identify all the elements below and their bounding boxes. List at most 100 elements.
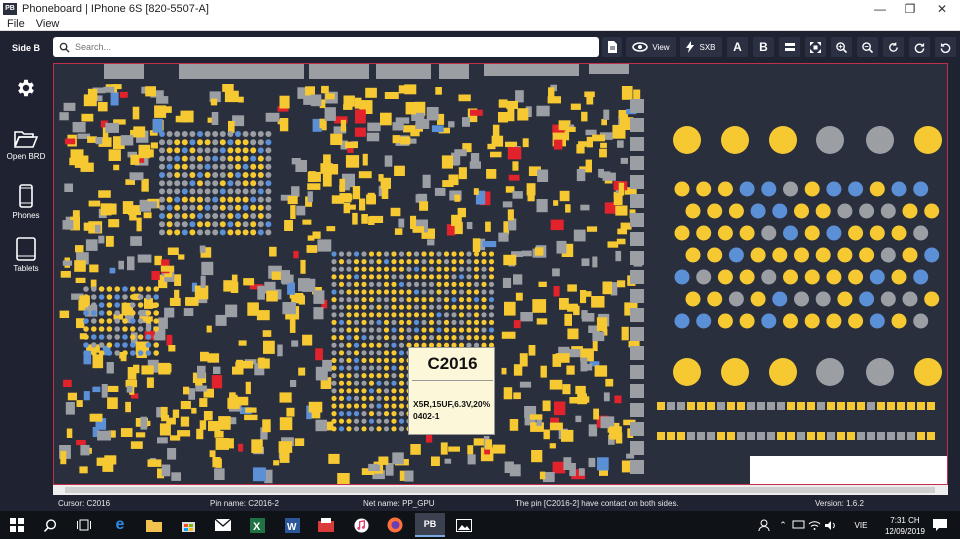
pad[interactable]: [114, 334, 120, 340]
pad[interactable]: [807, 432, 815, 440]
pad[interactable]: [181, 188, 188, 195]
pad[interactable]: [250, 180, 257, 187]
pad[interactable]: [436, 281, 442, 287]
pad[interactable]: [473, 327, 480, 333]
pad[interactable]: [927, 432, 935, 440]
pad[interactable]: [470, 109, 483, 116]
pad[interactable]: [204, 147, 211, 154]
pad[interactable]: [398, 418, 405, 424]
pad[interactable]: [137, 342, 144, 348]
pad[interactable]: [880, 291, 896, 307]
pad[interactable]: [368, 266, 375, 272]
pad[interactable]: [481, 251, 487, 257]
pad[interactable]: [887, 402, 895, 410]
board-canvas[interactable]: C2016 X5R,15UF,6.3V,20% 0402-1: [53, 63, 948, 485]
pad[interactable]: [827, 402, 835, 410]
pad[interactable]: [346, 365, 352, 371]
pad[interactable]: [214, 468, 225, 480]
pad[interactable]: [331, 251, 337, 257]
pad[interactable]: [361, 426, 367, 432]
pad[interactable]: [727, 432, 735, 440]
pad[interactable]: [398, 297, 405, 303]
pad[interactable]: [498, 99, 508, 108]
pad[interactable]: [227, 147, 234, 154]
pad[interactable]: [630, 441, 644, 455]
pad[interactable]: [596, 317, 608, 332]
pad[interactable]: [767, 432, 775, 440]
pad[interactable]: [361, 297, 367, 303]
pad[interactable]: [189, 147, 196, 154]
pad[interactable]: [592, 331, 605, 342]
pad[interactable]: [189, 221, 196, 228]
pad[interactable]: [346, 350, 352, 356]
pad[interactable]: [398, 251, 405, 257]
pad[interactable]: [421, 312, 427, 318]
pad[interactable]: [109, 267, 116, 274]
pad[interactable]: [565, 126, 576, 132]
pad[interactable]: [181, 229, 188, 236]
pad[interactable]: [630, 289, 644, 303]
pad[interactable]: [353, 342, 360, 348]
pad[interactable]: [118, 260, 124, 270]
pad[interactable]: [368, 357, 375, 363]
pad[interactable]: [338, 281, 345, 287]
split-view-button[interactable]: [779, 37, 800, 57]
pad[interactable]: [168, 345, 176, 352]
pad[interactable]: [159, 213, 165, 219]
pad[interactable]: [657, 402, 665, 410]
pad[interactable]: [383, 281, 390, 287]
pad[interactable]: [91, 334, 97, 340]
pad[interactable]: [145, 326, 152, 332]
pad[interactable]: [91, 294, 97, 300]
pad[interactable]: [826, 313, 842, 329]
pad[interactable]: [368, 380, 375, 386]
pad[interactable]: [145, 86, 156, 97]
pad[interactable]: [451, 297, 457, 303]
pad[interactable]: [727, 402, 735, 410]
pad[interactable]: [443, 266, 450, 272]
pad[interactable]: [159, 221, 165, 228]
pad[interactable]: [536, 199, 548, 213]
pad[interactable]: [174, 274, 182, 286]
pad[interactable]: [848, 181, 864, 197]
pad[interactable]: [204, 221, 211, 228]
pad[interactable]: [413, 335, 420, 341]
pad[interactable]: [132, 106, 140, 120]
pad[interactable]: [413, 266, 420, 272]
pad[interactable]: [757, 432, 765, 440]
pad[interactable]: [286, 407, 295, 417]
pad[interactable]: [87, 136, 97, 143]
pad[interactable]: [413, 259, 420, 265]
pad[interactable]: [797, 402, 805, 410]
pad[interactable]: [204, 229, 211, 236]
pad[interactable]: [242, 188, 249, 195]
pad[interactable]: [550, 219, 564, 231]
pad[interactable]: [144, 201, 157, 209]
pad[interactable]: [235, 213, 241, 219]
pad[interactable]: [127, 256, 135, 271]
pad[interactable]: [376, 64, 431, 79]
pad[interactable]: [384, 92, 399, 99]
pad[interactable]: [107, 397, 118, 409]
pad[interactable]: [215, 458, 222, 468]
pad[interactable]: [113, 164, 120, 171]
pad[interactable]: [353, 335, 360, 341]
pad[interactable]: [174, 163, 181, 170]
pad[interactable]: [376, 319, 382, 325]
pad[interactable]: [331, 411, 337, 417]
pad[interactable]: [368, 388, 375, 394]
pad[interactable]: [685, 291, 701, 307]
pad[interactable]: [804, 225, 820, 241]
pad[interactable]: [887, 432, 895, 440]
pad[interactable]: [867, 432, 875, 440]
pad[interactable]: [481, 259, 487, 265]
pad[interactable]: [181, 139, 188, 146]
pad[interactable]: [219, 147, 226, 154]
pad[interactable]: [615, 250, 622, 262]
pad[interactable]: [383, 373, 390, 379]
pad[interactable]: [481, 304, 487, 310]
pad[interactable]: [227, 204, 234, 211]
pad[interactable]: [750, 247, 766, 263]
pad[interactable]: [174, 213, 181, 219]
pad[interactable]: [586, 95, 594, 105]
